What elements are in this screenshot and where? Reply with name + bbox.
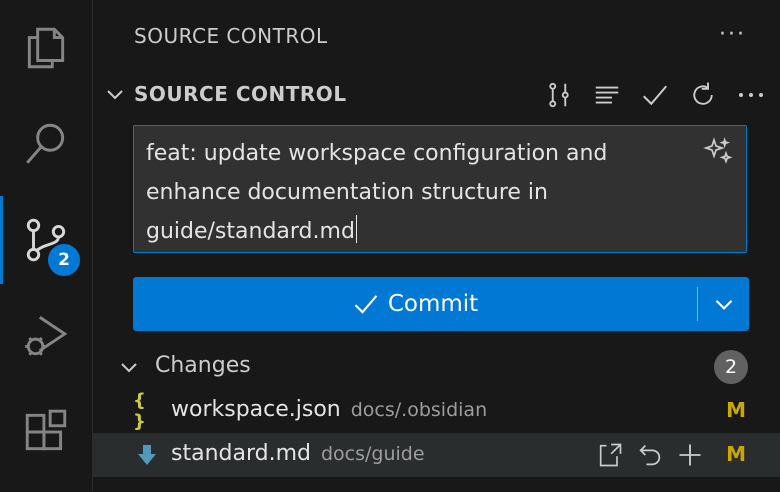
changes-group-header[interactable]: Changes 2 xyxy=(93,347,780,387)
modified-status: M xyxy=(726,442,746,466)
source-control-sidebar: SOURCE CONTROL ··· SOURCE CONTROL feat: … xyxy=(93,0,780,492)
open-file-button[interactable] xyxy=(594,439,626,471)
changes-title: Changes xyxy=(155,353,251,378)
file-name: workspace.json xyxy=(171,397,341,422)
activity-run-debug[interactable] xyxy=(0,288,92,384)
files-icon xyxy=(27,27,65,69)
activity-source-control[interactable] xyxy=(0,192,92,288)
button-divider xyxy=(697,287,698,321)
sparkle-icon[interactable] xyxy=(702,136,734,168)
activity-explorer[interactable] xyxy=(0,0,92,96)
changed-file-row[interactable]: { } workspace.json docs/.obsidian M xyxy=(93,389,780,433)
source-control-section-header[interactable]: SOURCE CONTROL xyxy=(93,74,780,116)
stage-changes-button[interactable] xyxy=(674,439,706,471)
view-as-list-icon xyxy=(595,86,619,104)
commit-message-line: guide/standard.md xyxy=(146,212,696,251)
text-caret xyxy=(355,215,357,243)
row-actions xyxy=(594,439,706,471)
file-name: standard.md xyxy=(171,441,311,466)
pane-more-icon[interactable]: ··· xyxy=(719,22,746,47)
file-name-label: workspace.json docs/.obsidian xyxy=(171,397,487,422)
activity-search[interactable] xyxy=(0,96,92,192)
run-debug-icon xyxy=(25,316,68,356)
more-icon xyxy=(739,93,763,97)
markdown-file-icon xyxy=(133,441,161,469)
graph-icon xyxy=(549,82,569,108)
download-arrow-icon xyxy=(138,445,156,465)
chevron-down-icon xyxy=(107,90,123,100)
check-icon xyxy=(354,295,378,314)
chevron-down-icon xyxy=(715,299,733,310)
chevron-down-icon xyxy=(121,363,137,373)
refresh-button[interactable] xyxy=(686,78,720,112)
extensions-icon xyxy=(25,409,67,451)
discard-changes-button[interactable] xyxy=(634,439,666,471)
go-to-file-icon xyxy=(599,443,622,467)
file-name-label: standard.md docs/guide xyxy=(171,441,425,466)
activity-bar: 2 xyxy=(0,0,93,492)
json-file-icon: { } xyxy=(133,390,146,432)
commit-message-line: feat: update workspace configuration and xyxy=(146,141,608,166)
file-path: docs/guide xyxy=(320,443,425,465)
commit-message-line: enhance documentation structure in xyxy=(146,180,548,205)
commit-dropdown-button[interactable] xyxy=(699,277,749,331)
commit-button[interactable]: Commit xyxy=(133,277,697,331)
section-more-button[interactable] xyxy=(734,78,768,112)
pane-title: SOURCE CONTROL xyxy=(134,24,328,48)
commit-check-button[interactable] xyxy=(638,78,672,112)
discard-icon xyxy=(639,445,661,466)
source-control-badge: 2 xyxy=(46,242,82,278)
commit-button-group: Commit xyxy=(133,277,749,331)
search-icon xyxy=(26,123,65,164)
commit-message-input[interactable]: feat: update workspace configuration and… xyxy=(133,125,747,253)
changed-file-row[interactable]: standard.md docs/guide M xyxy=(93,433,780,477)
file-path: docs/.obsidian xyxy=(350,399,488,421)
graph-button[interactable] xyxy=(542,78,576,112)
changes-count-badge: 2 xyxy=(714,350,748,384)
modified-status: M xyxy=(726,398,746,422)
refresh-icon xyxy=(693,82,713,105)
section-title: SOURCE CONTROL xyxy=(134,82,347,106)
commit-message-line-text: guide/standard.md xyxy=(146,219,355,244)
plus-icon xyxy=(679,444,701,466)
check-icon xyxy=(643,85,668,106)
commit-button-label: Commit xyxy=(387,291,479,317)
view-as-list-button[interactable] xyxy=(590,78,624,112)
activity-extensions[interactable] xyxy=(0,384,92,480)
section-toolbar xyxy=(542,78,768,112)
commit-message-text: feat: update workspace configuration and… xyxy=(146,134,696,251)
